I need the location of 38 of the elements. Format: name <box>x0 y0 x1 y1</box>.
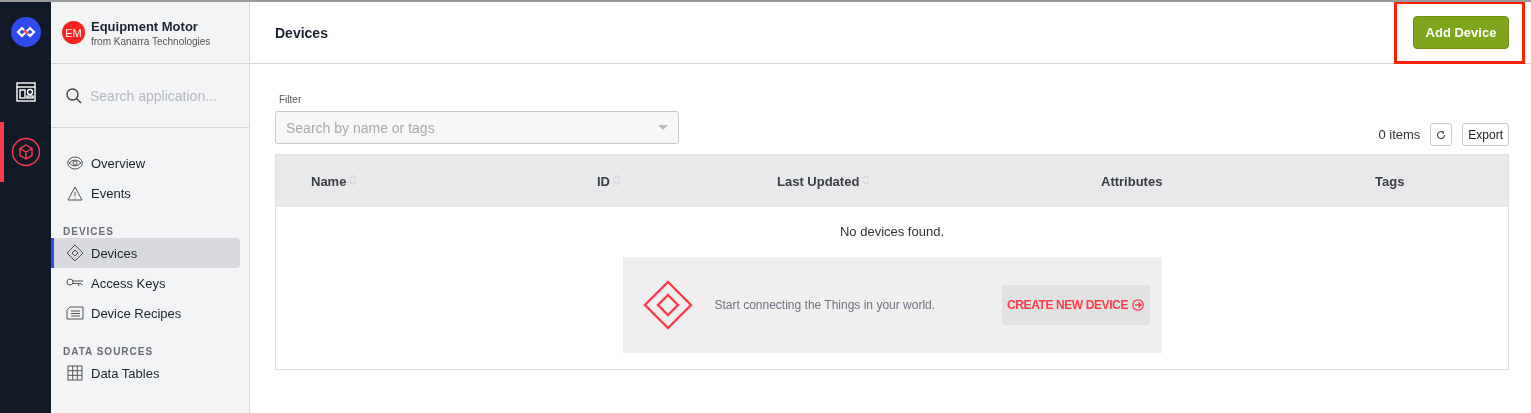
nav-item[interactable]: Events <box>51 178 240 208</box>
export-button[interactable]: Export <box>1462 123 1509 146</box>
search-field[interactable]: Search application... <box>90 87 225 104</box>
cube-icon[interactable] <box>10 137 41 167</box>
filter-label: Filter <box>279 94 303 105</box>
nav-item[interactable]: Data Tables <box>51 358 240 388</box>
nav-item[interactable]: Devices <box>51 238 240 268</box>
column-header[interactable]: Name <box>311 173 347 189</box>
warning-icon <box>67 185 83 201</box>
empty-message: No devices found. <box>838 224 946 239</box>
refresh-button[interactable] <box>1430 123 1453 146</box>
app-name: Equipment Motor <box>91 18 199 34</box>
nav-item[interactable]: Overview <box>51 148 240 178</box>
section-heading: DATA SOURCES <box>62 345 155 358</box>
filter-dropdown[interactable]: Search by name or tags <box>275 111 679 144</box>
recipe-card-icon <box>66 306 84 320</box>
item-count: 0 items <box>1378 127 1421 142</box>
app-organization: from Kanarra Technologies <box>91 35 211 47</box>
search-icon <box>66 87 82 104</box>
page-title: Devices <box>275 24 328 41</box>
column-header[interactable]: Last Updated <box>777 173 860 189</box>
dashboard-icon[interactable] <box>15 82 36 102</box>
column-header[interactable]: Attributes <box>1101 173 1163 189</box>
diamond-icon <box>66 244 84 262</box>
nav-item[interactable]: Access Keys <box>51 268 240 298</box>
logo-icon[interactable] <box>10 17 41 47</box>
nav-item[interactable]: Device Recipes <box>51 298 240 328</box>
table-icon <box>67 365 83 381</box>
arrow-circle-icon <box>1132 299 1144 311</box>
promo-text: Start connecting the Things in your world. <box>714 298 937 312</box>
refresh-icon <box>1436 129 1447 140</box>
app-avatar: EM <box>62 21 85 44</box>
column-header[interactable]: ID <box>597 173 610 189</box>
column-header[interactable]: Tags <box>1375 173 1405 189</box>
caret-icon <box>658 125 668 131</box>
section-heading: DEVICES <box>62 225 115 238</box>
eye-icon <box>67 156 83 170</box>
diamond-icon <box>642 280 693 330</box>
